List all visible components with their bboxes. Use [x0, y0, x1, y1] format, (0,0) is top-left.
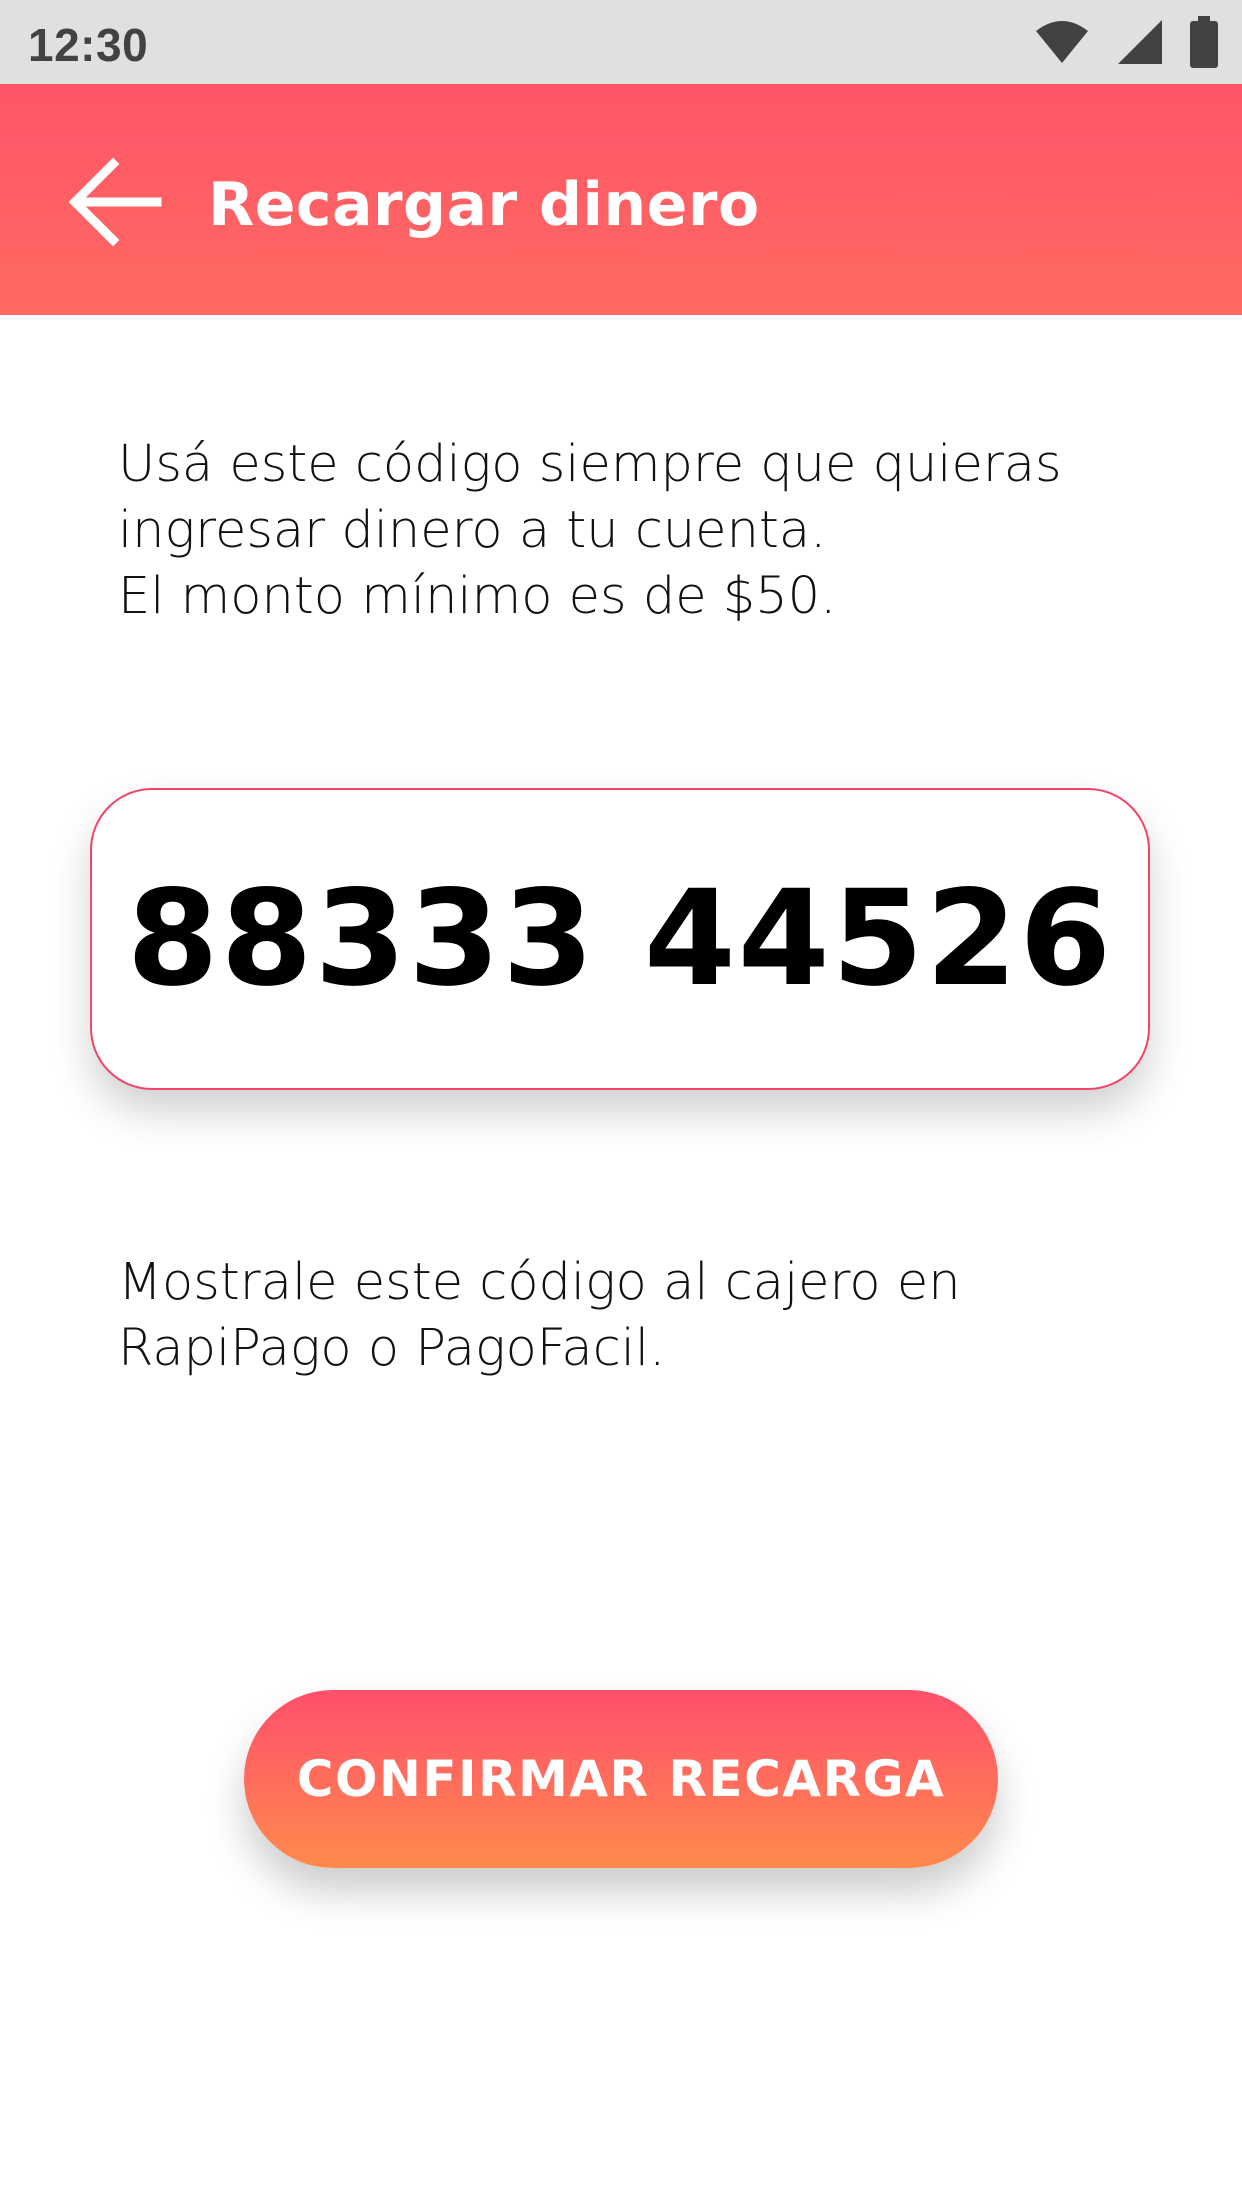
intro-line: El monto mínimo es de $50. [118, 567, 837, 626]
page-title: Recargar dinero [208, 170, 760, 240]
intro-text: Usá este código siempre que quieras ingr… [118, 432, 1158, 630]
wifi-icon [1034, 19, 1090, 65]
intro-line: Usá este código siempre que quieras [118, 435, 1062, 494]
status-bar: 12:30 [0, 0, 1242, 84]
app-bar: Recargar dinero [0, 84, 1242, 315]
arrow-left-icon [67, 154, 163, 255]
intro-line: ingresar dinero a tu cuenta. [118, 501, 827, 560]
instructions-line: Mostrale este código al cajero en [118, 1253, 961, 1312]
recharge-code: 88333 44526 [126, 862, 1114, 1016]
instructions-text: Mostrale este código al cajero en RapiPa… [118, 1250, 1158, 1382]
status-icons [1034, 16, 1218, 68]
battery-icon [1190, 16, 1218, 68]
status-time: 12:30 [28, 19, 149, 71]
confirm-recharge-button[interactable]: CONFIRMAR RECARGA [244, 1690, 998, 1868]
screen: 12:30 Recargar dinero Usá este código si… [0, 0, 1242, 2208]
instructions-line: RapiPago o PagoFacil. [118, 1319, 666, 1378]
code-card: 88333 44526 [90, 788, 1150, 1090]
confirm-recharge-label: CONFIRMAR RECARGA [296, 1750, 946, 1808]
back-button[interactable] [60, 154, 170, 254]
cellular-signal-icon [1116, 18, 1164, 66]
